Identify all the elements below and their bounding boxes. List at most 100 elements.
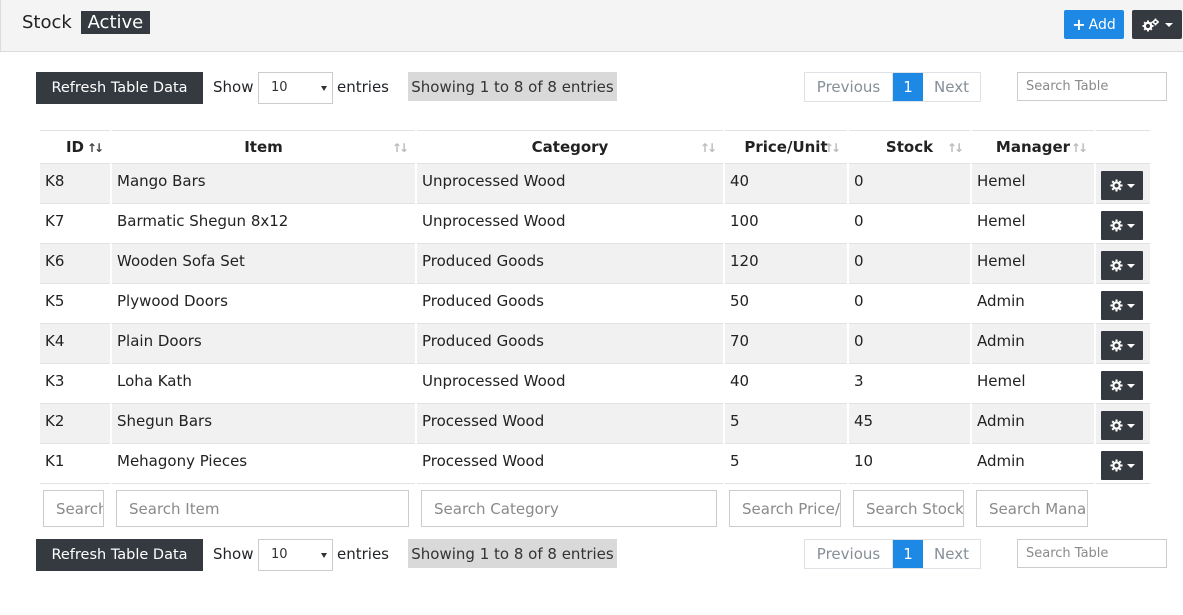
- column-header-item[interactable]: Item ↑↓: [112, 130, 415, 164]
- add-button[interactable]: + Add: [1064, 10, 1124, 39]
- row-actions-button[interactable]: [1101, 371, 1143, 400]
- row-actions-button[interactable]: [1101, 451, 1143, 480]
- cell-stock: 0: [849, 164, 970, 204]
- gear-icon: [1109, 419, 1123, 432]
- cell-stock: 0: [849, 204, 970, 244]
- table-row: K1 Mehagony Pieces Processed Wood 5 10 Admin: [40, 444, 1150, 484]
- gear-icon: [1109, 459, 1123, 472]
- gear-icon: [1109, 179, 1123, 192]
- filter-stock-input[interactable]: [853, 490, 964, 527]
- refresh-table-button[interactable]: Refresh Table Data: [36, 72, 203, 104]
- row-actions-button[interactable]: [1101, 251, 1143, 280]
- row-actions-button[interactable]: [1101, 211, 1143, 240]
- column-header-manager[interactable]: Manager ↑↓: [972, 130, 1094, 164]
- page-size-value: 10: [271, 80, 288, 95]
- gear-icon: [1109, 259, 1123, 272]
- cell-item: Loha Kath: [112, 364, 415, 404]
- column-header-id[interactable]: ID ↑↓: [40, 130, 110, 164]
- select-arrow-icon: [321, 553, 327, 558]
- search-table-input[interactable]: [1017, 539, 1167, 568]
- page-size-select[interactable]: 10: [258, 72, 333, 104]
- refresh-table-button[interactable]: Refresh Table Data: [36, 539, 203, 571]
- cell-manager: Hemel: [972, 244, 1094, 284]
- gear-icon: [1109, 219, 1123, 232]
- cell-item: Barmatic Shegun 8x12: [112, 204, 415, 244]
- table-row: K5 Plywood Doors Produced Goods 50 0 Admin: [40, 284, 1150, 324]
- row-actions-button[interactable]: [1101, 331, 1143, 360]
- cell-category: Unprocessed Wood: [417, 204, 723, 244]
- cell-price: 5: [725, 444, 847, 484]
- table-info: Showing 1 to 8 of 8 entries: [408, 539, 617, 568]
- cell-manager: Admin: [972, 324, 1094, 364]
- previous-page-button[interactable]: Previous: [805, 540, 893, 568]
- cell-actions: [1096, 364, 1150, 404]
- cell-manager: Hemel: [972, 164, 1094, 204]
- cell-price: 50: [725, 284, 847, 324]
- page-size-select[interactable]: 10: [258, 539, 333, 571]
- column-header-actions: [1096, 130, 1150, 164]
- cell-item: Plywood Doors: [112, 284, 415, 324]
- cell-category: Processed Wood: [417, 444, 723, 484]
- sort-icon: ↑↓: [391, 141, 409, 155]
- cell-category: Produced Goods: [417, 244, 723, 284]
- cell-price: 120: [725, 244, 847, 284]
- filter-category-input[interactable]: [421, 490, 717, 527]
- gear-icon: [1109, 339, 1123, 352]
- filter-manager-input[interactable]: [976, 490, 1088, 527]
- pagination: Previous 1 Next: [804, 72, 981, 102]
- row-actions-button[interactable]: [1101, 171, 1143, 200]
- cell-actions: [1096, 324, 1150, 364]
- cell-manager: Admin: [972, 404, 1094, 444]
- row-actions-button[interactable]: [1101, 291, 1143, 320]
- pagination: Previous 1 Next: [804, 539, 981, 569]
- page-size-value: 10: [271, 547, 288, 562]
- table-row: K4 Plain Doors Produced Goods 70 0 Admin: [40, 324, 1150, 364]
- cell-actions: [1096, 404, 1150, 444]
- cell-stock: 0: [849, 244, 970, 284]
- select-arrow-icon: [321, 86, 327, 91]
- cell-actions: [1096, 164, 1150, 204]
- previous-page-button[interactable]: Previous: [805, 73, 893, 101]
- chevron-down-icon: [1164, 22, 1173, 27]
- page-title: Stock Active: [22, 11, 151, 34]
- cell-id: K3: [40, 364, 110, 404]
- column-header-category[interactable]: Category ↑↓: [417, 130, 723, 164]
- add-button-label: Add: [1088, 16, 1116, 33]
- table-row: K8 Mango Bars Unprocessed Wood 40 0 Hemel: [40, 164, 1150, 204]
- cell-stock: 3: [849, 364, 970, 404]
- plus-icon: +: [1072, 14, 1086, 34]
- cell-category: Produced Goods: [417, 324, 723, 364]
- next-page-button[interactable]: Next: [923, 540, 980, 568]
- cell-manager: Hemel: [972, 204, 1094, 244]
- row-actions-button[interactable]: [1101, 411, 1143, 440]
- cell-id: K6: [40, 244, 110, 284]
- cell-id: K1: [40, 444, 110, 484]
- table-row: K7 Barmatic Shegun 8x12 Unprocessed Wood 10…: [40, 204, 1150, 244]
- filter-item-input[interactable]: [116, 490, 409, 527]
- cell-item: Wooden Sofa Set: [112, 244, 415, 284]
- cell-price: 70: [725, 324, 847, 364]
- cell-stock: 45: [849, 404, 970, 444]
- page-header: Stock Active + Add: [0, 0, 1183, 52]
- cell-price: 40: [725, 164, 847, 204]
- search-table-input[interactable]: [1017, 72, 1167, 101]
- filter-id-input[interactable]: [43, 490, 104, 527]
- filter-price-input[interactable]: [729, 490, 841, 527]
- status-badge: Active: [80, 11, 151, 34]
- column-header-stock[interactable]: Stock ↑↓: [849, 130, 970, 164]
- gear-icon: [1109, 299, 1123, 312]
- next-page-button[interactable]: Next: [923, 73, 980, 101]
- page-button-1[interactable]: 1: [893, 540, 923, 568]
- cell-id: K2: [40, 404, 110, 444]
- cell-category: Produced Goods: [417, 284, 723, 324]
- column-header-price[interactable]: Price/Unit ↑↓: [725, 130, 847, 164]
- cell-stock: 0: [849, 284, 970, 324]
- cell-item: Mehagony Pieces: [112, 444, 415, 484]
- settings-menu-button[interactable]: [1132, 10, 1182, 39]
- show-label: Show: [213, 78, 254, 96]
- entries-label: entries: [337, 545, 389, 563]
- table-row: K3 Loha Kath Unprocessed Wood 40 3 Hemel: [40, 364, 1150, 404]
- chevron-down-icon: [1126, 343, 1135, 348]
- cell-item: Shegun Bars: [112, 404, 415, 444]
- page-button-1[interactable]: 1: [893, 73, 923, 101]
